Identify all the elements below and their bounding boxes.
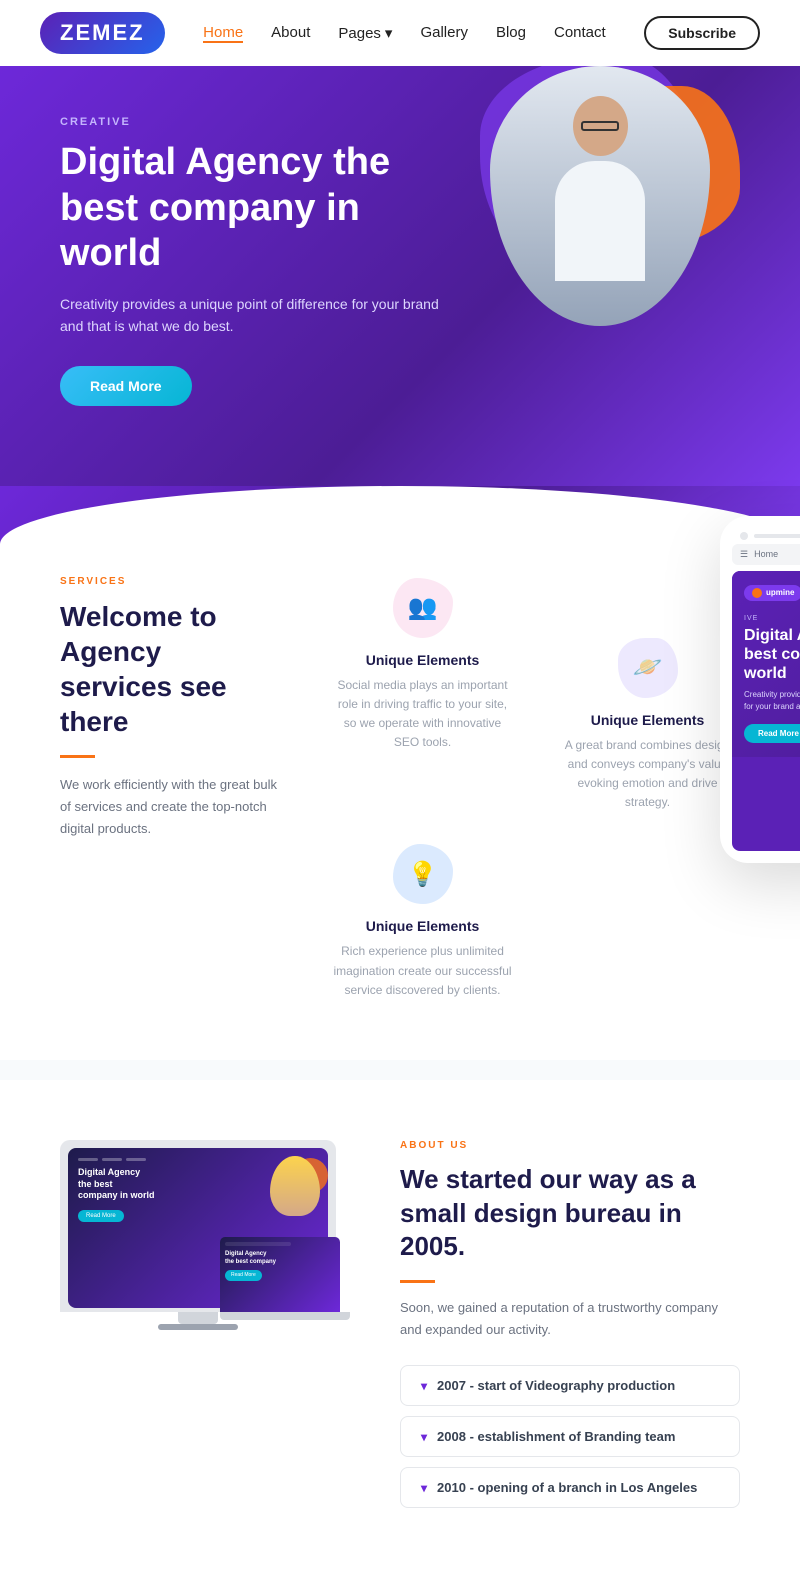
monitor-nav-dot-3 xyxy=(126,1158,146,1161)
nav-links: Home About Pages ▾ Gallery Blog Contact xyxy=(203,24,606,42)
timeline-item-1[interactable]: ▾ 2007 - start of Videography production xyxy=(400,1365,740,1406)
service-card-3: 💡 Unique Elements Rich experience plus u… xyxy=(330,842,515,1000)
monitor-nav-dot-2 xyxy=(102,1158,122,1161)
chevron-down-icon: ▾ xyxy=(385,24,393,42)
nav-blog[interactable]: Blog xyxy=(496,24,526,41)
service-icon-1: 👥 xyxy=(391,576,455,640)
timeline-item-3[interactable]: ▾ 2010 - opening of a branch in Los Ange… xyxy=(400,1467,740,1508)
woman-illustration xyxy=(530,86,670,306)
phone-camera xyxy=(740,532,748,540)
services-left-panel: SERVICES Welcome to Agency services see … xyxy=(60,576,280,1000)
woman-head xyxy=(573,96,628,156)
phone-cta-button[interactable]: Read More xyxy=(744,724,800,743)
hero-cta-button[interactable]: Read More xyxy=(60,366,192,406)
phone-hero-label: IVE xyxy=(744,615,800,622)
browser-url: Home xyxy=(754,549,778,559)
menu-icon: ☰ xyxy=(740,549,748,560)
hero-section: CREATIVE Digital Agency the best company… xyxy=(0,66,800,486)
subscribe-button[interactable]: Subscribe xyxy=(644,16,760,50)
desktop-mockup: Digital Agencythe bestcompany in world R… xyxy=(60,1140,350,1330)
about-left-panel: Digital Agencythe bestcompany in world R… xyxy=(60,1140,360,1330)
phone-hero-title: Digital Agency the best company in world xyxy=(744,626,800,684)
timeline-item-2[interactable]: ▾ 2008 - establishment of Branding team xyxy=(400,1416,740,1457)
monitor-base xyxy=(158,1324,238,1330)
phone-badge-dot xyxy=(752,588,762,598)
nav-home[interactable]: Home xyxy=(203,24,243,43)
about-section-wrapper: Digital Agencythe bestcompany in world R… xyxy=(0,1060,800,1578)
service-card-desc-1: Social media plays an important role in … xyxy=(330,676,515,753)
monitor-stand xyxy=(178,1312,218,1324)
timeline-text-2: 2008 - establishment of Branding team xyxy=(437,1429,675,1444)
about-section: Digital Agencythe bestcompany in world R… xyxy=(0,1080,800,1578)
services-description: We work efficiently with the great bulk … xyxy=(60,774,280,840)
phone-hero-desc: Creativity provides a unique point of di… xyxy=(744,689,800,713)
laptop-mini-content: Digital Agencythe best company Read More xyxy=(225,1242,335,1281)
about-description: Soon, we gained a reputation of a trustw… xyxy=(400,1297,740,1341)
about-label: ABOUT US xyxy=(400,1140,740,1151)
hero-label: CREATIVE xyxy=(60,116,440,128)
nav-gallery[interactable]: Gallery xyxy=(420,24,468,41)
phone-browser-bar: ☰ Home xyxy=(732,544,800,565)
hero-image-area xyxy=(460,66,760,386)
monitor-nav-dot-1 xyxy=(78,1158,98,1161)
phone-hero-content: upmine IVE Digital Agency the best compa… xyxy=(732,571,800,758)
nav-about[interactable]: About xyxy=(271,24,310,41)
phone-mockup-container: ☰ Home upmine IVE Digital Agency the bes… xyxy=(540,576,760,863)
timeline-arrow-1: ▾ xyxy=(421,1379,427,1393)
lightbulb-icon: 💡 xyxy=(408,860,438,889)
nav-pages[interactable]: Pages ▾ xyxy=(338,24,392,42)
timeline-text-1: 2007 - start of Videography production xyxy=(437,1378,675,1393)
navbar: ZEMEZ Home About Pages ▾ Gallery Blog Co… xyxy=(0,0,800,66)
service-card-title-3: Unique Elements xyxy=(330,918,515,934)
timeline-text-3: 2010 - opening of a branch in Los Angele… xyxy=(437,1480,697,1495)
timeline: ▾ 2007 - start of Videography production… xyxy=(400,1365,740,1508)
services-title: Welcome to Agency services see there xyxy=(60,599,280,739)
phone-screen: upmine IVE Digital Agency the best compa… xyxy=(732,571,800,851)
laptop-small: Digital Agencythe best company Read More xyxy=(220,1237,350,1320)
people-icon: 👥 xyxy=(408,593,438,622)
phone-badge: upmine xyxy=(744,585,800,601)
timeline-arrow-2: ▾ xyxy=(421,1430,427,1444)
about-title: We started our way as a small design bur… xyxy=(400,1163,740,1264)
hero-title: Digital Agency the best company in world xyxy=(60,140,440,277)
about-divider xyxy=(400,1280,435,1283)
hero-content: CREATIVE Digital Agency the best company… xyxy=(60,116,440,406)
services-and-phone-area: SERVICES Welcome to Agency services see … xyxy=(0,556,800,1060)
phone-mockup: ☰ Home upmine IVE Digital Agency the bes… xyxy=(720,516,800,863)
nav-contact[interactable]: Contact xyxy=(554,24,606,41)
service-icon-3: 💡 xyxy=(391,842,455,906)
timeline-arrow-3: ▾ xyxy=(421,1481,427,1495)
phone-top-bar xyxy=(732,528,800,544)
service-icon-shape-3: 💡 xyxy=(393,844,453,904)
services-divider xyxy=(60,755,95,758)
about-right-panel: ABOUT US We started our way as a small d… xyxy=(400,1140,740,1519)
hero-photo xyxy=(490,66,710,326)
logo[interactable]: ZEMEZ xyxy=(40,12,165,54)
service-card-title-1: Unique Elements xyxy=(330,652,515,668)
services-label: SERVICES xyxy=(60,576,280,587)
service-card-1: 👥 Unique Elements Social media plays an … xyxy=(330,576,515,813)
monitor-cta-mock: Read More xyxy=(78,1210,124,1222)
laptop-base xyxy=(220,1312,350,1320)
woman-body xyxy=(555,161,645,281)
phone-badge-text: upmine xyxy=(766,588,794,597)
woman-glasses xyxy=(581,121,619,131)
service-icon-shape-1: 👥 xyxy=(393,578,453,638)
laptop-screen-small: Digital Agencythe best company Read More xyxy=(220,1237,340,1312)
hero-description: Creativity provides a unique point of di… xyxy=(60,293,440,338)
phone-speaker xyxy=(754,534,800,538)
service-card-desc-3: Rich experience plus unlimited imaginati… xyxy=(330,942,515,1000)
